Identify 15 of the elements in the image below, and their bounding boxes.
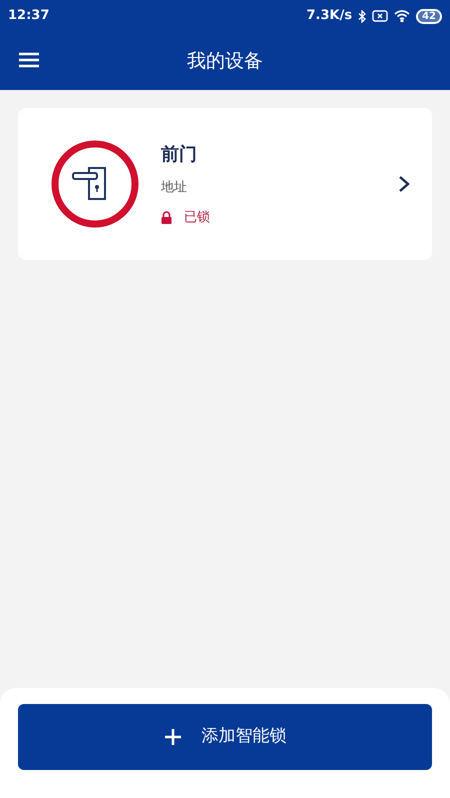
- menu-button[interactable]: [18, 51, 40, 69]
- bluetooth-icon: [358, 10, 366, 22]
- chevron-right-icon: [398, 175, 410, 193]
- device-address: 地址: [161, 179, 188, 197]
- lock-status: 已锁: [184, 208, 210, 226]
- battery-icon: 42: [416, 8, 442, 24]
- page-title: 我的设备: [187, 48, 263, 74]
- add-lock-button[interactable]: 添加智能锁: [18, 704, 432, 770]
- wifi-icon: [394, 10, 410, 22]
- device-card[interactable]: 前门 地址 已锁: [18, 108, 432, 260]
- plus-icon: [164, 728, 182, 746]
- device-name: 前门: [161, 143, 198, 167]
- sim-icon: [372, 10, 388, 22]
- network-speed: 7.3K/s: [306, 7, 352, 26]
- status-time: 12:37: [8, 7, 50, 26]
